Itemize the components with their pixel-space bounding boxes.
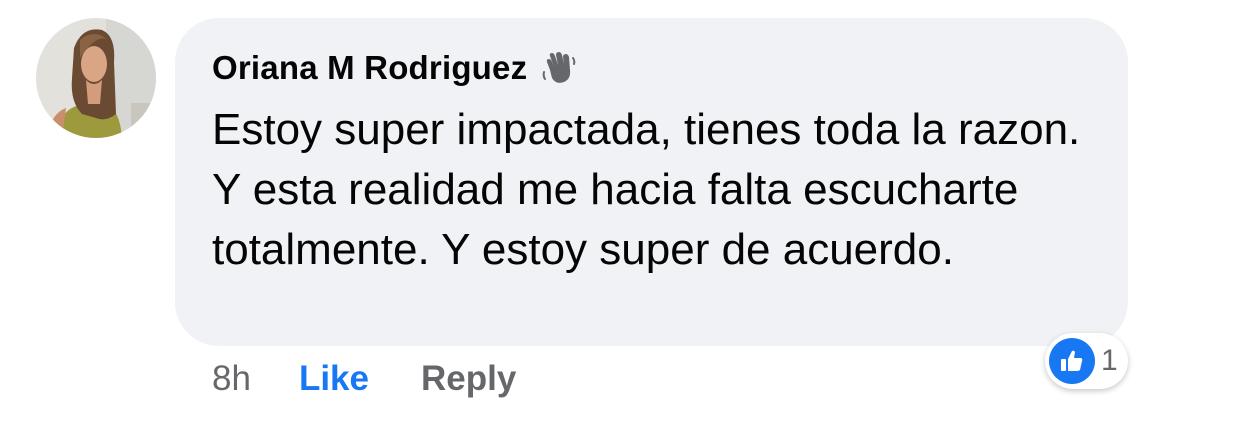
reaction-summary[interactable]: 1 — [1045, 333, 1128, 389]
avatar[interactable] — [36, 18, 156, 138]
reply-button[interactable]: Reply — [421, 359, 516, 399]
like-button[interactable]: Like — [299, 359, 369, 399]
comment-text: Estoy super impactada, tienes toda la ra… — [212, 105, 1081, 274]
comment: Oriana M Rodriguez Estoy super impactada… — [0, 0, 1242, 436]
comment-bubble: Oriana M Rodriguez Estoy super impactada… — [175, 18, 1128, 346]
author-name[interactable]: Oriana M Rodriguez — [212, 49, 527, 87]
comment-actions: 8h Like Reply — [212, 355, 516, 403]
waving-hand-icon[interactable] — [541, 50, 577, 86]
timestamp[interactable]: 8h — [212, 359, 251, 399]
author-row: Oriana M Rodriguez — [212, 44, 1092, 92]
avatar-photo — [36, 18, 156, 138]
thumbs-up-icon — [1049, 338, 1095, 384]
reaction-count: 1 — [1101, 344, 1118, 377]
